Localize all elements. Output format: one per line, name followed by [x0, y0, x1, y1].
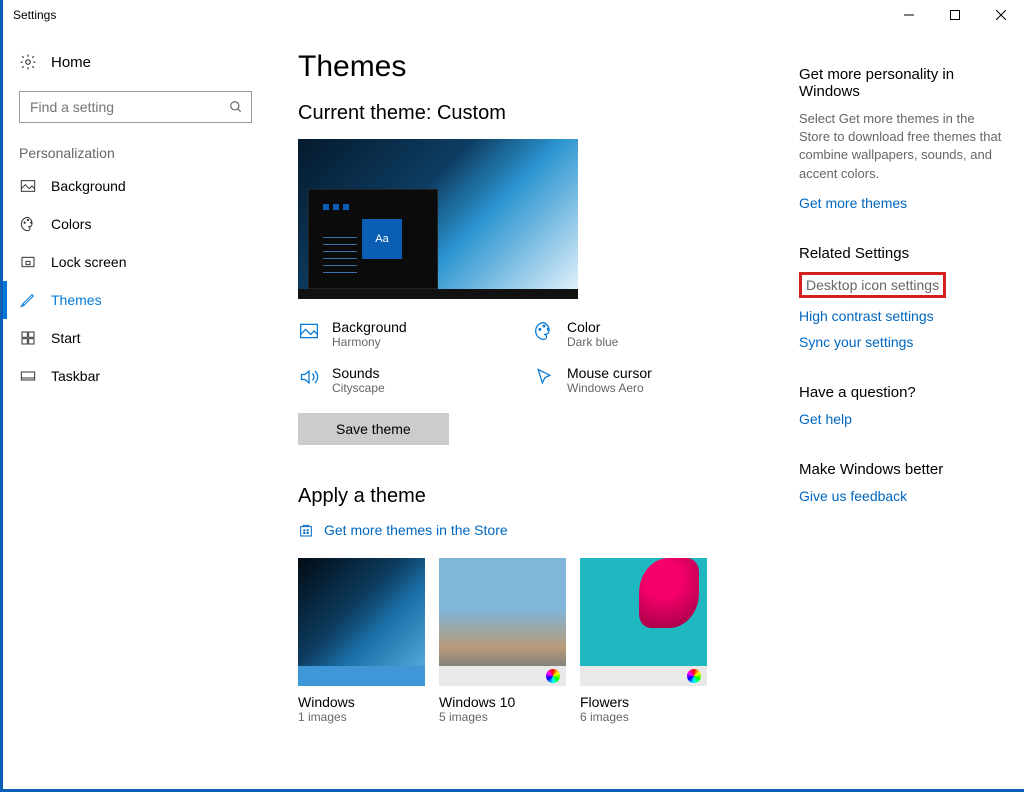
feedback-link[interactable]: Give us feedback	[799, 488, 1004, 504]
desktop-icon-settings-link[interactable]: Desktop icon settings	[806, 277, 939, 293]
theme-name: Windows	[298, 694, 425, 710]
save-theme-button[interactable]: Save theme	[298, 413, 449, 445]
section-label: Personalization	[3, 139, 268, 167]
lock-icon	[19, 254, 37, 270]
sidebar-item-label: Themes	[51, 292, 102, 308]
sidebar-item-colors[interactable]: Colors	[3, 205, 268, 243]
sidebar-item-label: Colors	[51, 216, 91, 232]
theme-name: Windows 10	[439, 694, 566, 710]
store-link[interactable]: Get more themes in the Store	[298, 522, 779, 538]
high-contrast-link[interactable]: High contrast settings	[799, 308, 1004, 324]
part-value: Cityscape	[332, 381, 385, 395]
theme-count: 6 images	[580, 710, 707, 724]
theme-count: 5 images	[439, 710, 566, 724]
better-heading: Make Windows better	[799, 461, 1004, 478]
get-help-link[interactable]: Get help	[799, 411, 1004, 427]
search-box[interactable]	[19, 91, 252, 123]
speaker-icon	[298, 365, 320, 387]
store-link-label: Get more themes in the Store	[324, 522, 508, 538]
cursor-icon	[533, 365, 555, 387]
part-title: Background	[332, 319, 407, 335]
part-value: Harmony	[332, 335, 407, 349]
part-title: Mouse cursor	[567, 365, 652, 381]
personality-desc: Select Get more themes in the Store to d…	[799, 110, 1004, 183]
palette-icon	[19, 216, 37, 232]
theme-windows[interactable]: Windows 1 images	[298, 558, 425, 724]
titlebar: Settings	[3, 0, 1024, 30]
sidebar-item-taskbar[interactable]: Taskbar	[3, 357, 268, 395]
sidebar-item-background[interactable]: Background	[3, 167, 268, 205]
sounds-setting[interactable]: Sounds Cityscape	[298, 365, 523, 395]
window-title: Settings	[13, 8, 56, 22]
brush-icon	[19, 292, 37, 308]
main-content: Themes Current theme: Custom Aa Backgrou…	[268, 30, 799, 789]
picture-icon	[298, 319, 320, 341]
theme-thumbnail	[439, 558, 566, 686]
maximize-button[interactable]	[932, 0, 978, 30]
theme-preview: Aa	[298, 139, 578, 299]
sync-settings-link[interactable]: Sync your settings	[799, 334, 1004, 350]
part-title: Color	[567, 319, 618, 335]
taskbar-icon	[19, 368, 37, 384]
search-input[interactable]	[28, 98, 229, 116]
theme-thumbnail	[580, 558, 707, 686]
sidebar-item-label: Lock screen	[51, 254, 126, 270]
sidebar-item-label: Taskbar	[51, 368, 100, 384]
cursor-setting[interactable]: Mouse cursor Windows Aero	[533, 365, 758, 395]
home-label: Home	[51, 54, 91, 71]
sidebar: Home Personalization Background Colors L…	[3, 30, 268, 789]
preview-tile: Aa	[362, 219, 402, 259]
background-setting[interactable]: Background Harmony	[298, 319, 523, 349]
theme-windows10[interactable]: Windows 10 5 images	[439, 558, 566, 724]
gear-icon	[19, 53, 37, 71]
theme-flowers[interactable]: Flowers 6 images	[580, 558, 707, 724]
question-heading: Have a question?	[799, 384, 1004, 401]
sidebar-item-lockscreen[interactable]: Lock screen	[3, 243, 268, 281]
sidebar-item-label: Start	[51, 330, 81, 346]
personality-heading: Get more personality in Windows	[799, 66, 1004, 100]
part-value: Dark blue	[567, 335, 618, 349]
palette-icon	[533, 319, 555, 341]
theme-thumbnail	[298, 558, 425, 686]
home-button[interactable]: Home	[3, 45, 268, 79]
right-column: Get more personality in Windows Select G…	[799, 30, 1024, 789]
current-theme-heading: Current theme: Custom	[298, 102, 779, 125]
color-setting[interactable]: Color Dark blue	[533, 319, 758, 349]
theme-count: 1 images	[298, 710, 425, 724]
search-icon	[229, 100, 243, 114]
page-title: Themes	[298, 50, 779, 84]
minimize-button[interactable]	[886, 0, 932, 30]
theme-name: Flowers	[580, 694, 707, 710]
store-icon	[298, 522, 314, 538]
sidebar-item-themes[interactable]: Themes	[3, 281, 268, 319]
related-heading: Related Settings	[799, 245, 1004, 262]
sidebar-item-label: Background	[51, 178, 126, 194]
get-more-themes-link[interactable]: Get more themes	[799, 195, 1004, 211]
highlighted-box: Desktop icon settings	[799, 272, 946, 298]
sidebar-item-start[interactable]: Start	[3, 319, 268, 357]
grid-icon	[19, 330, 37, 346]
apply-theme-heading: Apply a theme	[298, 485, 779, 508]
part-title: Sounds	[332, 365, 385, 381]
close-button[interactable]	[978, 0, 1024, 30]
part-value: Windows Aero	[567, 381, 652, 395]
picture-icon	[19, 178, 37, 194]
